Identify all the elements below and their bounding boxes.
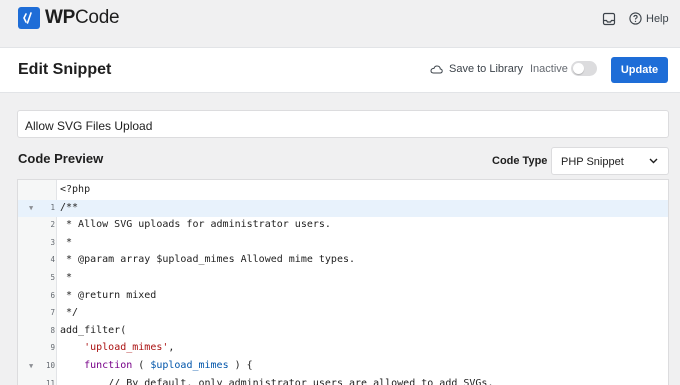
code-text: /** — [60, 201, 79, 213]
fold-toggle-icon[interactable]: ▼ — [29, 362, 33, 370]
php-open-tag-line: <?php — [18, 182, 668, 200]
code-text: * @return mixed — [60, 289, 157, 301]
line-number: 8 — [50, 325, 55, 335]
code-line: 2 * Allow SVG uploads for administrator … — [18, 217, 668, 235]
line-number: 2 — [50, 220, 55, 230]
code-line: ▼ 10 function ( $upload_mimes ) { — [18, 358, 668, 376]
code-line: 11 // By default, only administrator use… — [18, 376, 668, 385]
save-to-library-button[interactable]: Save to Library — [430, 63, 523, 75]
wpcode-logo[interactable]: WPCode — [18, 7, 120, 29]
code-line: 6 * @return mixed — [18, 288, 668, 306]
code-line: 9 'upload_mimes', — [18, 340, 668, 358]
help-label: Help — [646, 12, 669, 25]
line-number: 7 — [50, 308, 55, 318]
code-line: ▼ 1 /** — [18, 199, 668, 218]
save-to-library-label: Save to Library — [449, 63, 523, 75]
snippet-header: Edit Snippet Save to Library Inactive Up… — [0, 47, 680, 93]
snippet-title-input[interactable]: Allow SVG Files Upload — [17, 110, 669, 138]
status-label: Inactive — [530, 63, 568, 75]
wpcode-logo-text: WPCode — [45, 7, 120, 28]
toggle-knob — [573, 63, 584, 74]
code-text: * — [60, 236, 73, 248]
code-editor[interactable]: <?php ▼ 1 /** 2 * Allow SVG uploads for adm… — [17, 179, 669, 385]
code-type-value: PHP Snippet — [561, 156, 624, 168]
update-button[interactable]: Update — [611, 57, 668, 83]
line-number: 9 — [50, 343, 55, 353]
line-number: 3 — [50, 237, 55, 247]
line-number: 6 — [50, 290, 55, 300]
code-text: * — [60, 271, 73, 283]
code-type-label: Code Type — [492, 155, 548, 167]
code-text: * Allow SVG uploads for administrator us… — [60, 219, 331, 231]
top-bar: WPCode Help — [0, 0, 680, 40]
code-line: 4 * @param array $upload_mimes Allowed m… — [18, 252, 668, 270]
code-preview-title: Code Preview — [18, 151, 104, 166]
help-icon — [629, 12, 642, 25]
page-title: Edit Snippet — [18, 61, 112, 78]
chevron-down-icon — [649, 158, 658, 164]
line-number: 1 — [50, 202, 55, 212]
code-text: function ( $upload_mimes ) { — [84, 359, 253, 371]
code-line: 5 * — [18, 270, 668, 288]
code-text: 'upload_mimes', — [84, 342, 175, 354]
code-line: 7 */ — [18, 305, 668, 323]
code-line: 8 add_filter( — [18, 323, 668, 341]
fold-toggle-icon[interactable]: ▼ — [29, 204, 33, 212]
line-number: 5 — [50, 272, 55, 282]
cloud-icon — [430, 65, 443, 74]
code-type-select[interactable]: PHP Snippet — [551, 147, 669, 175]
wpcode-logo-icon — [18, 7, 40, 29]
code-text: add_filter( — [60, 324, 127, 336]
code-text: * @param array $upload_mimes Allowed mim… — [60, 254, 356, 266]
active-toggle[interactable] — [571, 61, 597, 76]
notifications-inbox-icon[interactable] — [602, 12, 616, 26]
help-link[interactable]: Help — [629, 12, 669, 25]
code-line: 3 * — [18, 235, 668, 253]
line-number: 11 — [45, 378, 55, 385]
code-text: */ — [60, 307, 79, 319]
code-text: // By default, only administrator users … — [60, 377, 494, 385]
line-number: 10 — [45, 360, 55, 370]
php-open-tag: <?php — [60, 184, 91, 195]
line-number: 4 — [50, 255, 55, 265]
